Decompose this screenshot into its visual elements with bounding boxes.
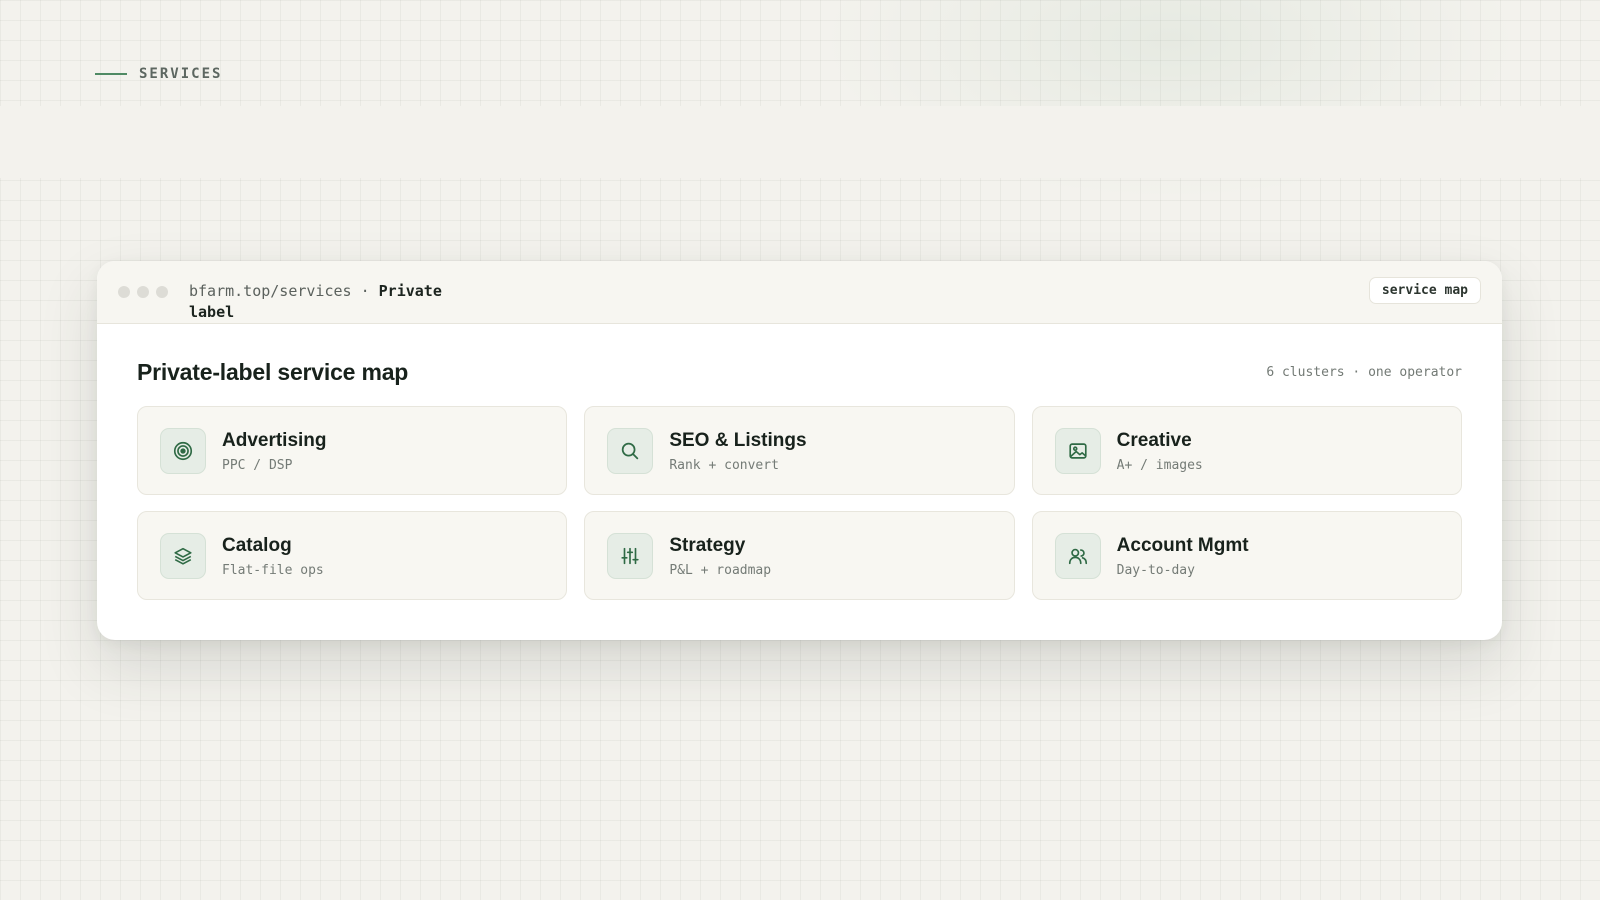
service-title: Catalog	[222, 534, 292, 556]
background-band	[0, 106, 1600, 178]
page-title: Private-label service map	[137, 358, 409, 385]
users-icon	[1054, 532, 1101, 579]
window-dot-close[interactable]	[118, 286, 130, 298]
service-subtitle: PPC / DSP	[222, 457, 293, 473]
clusters-meta: 6 clusters · one operator	[1266, 364, 1462, 380]
service-subtitle: Rank + convert	[669, 457, 779, 473]
search-icon	[607, 427, 654, 474]
layers-icon	[160, 532, 206, 579]
service-subtitle: Day-to-day	[1116, 562, 1195, 578]
service-card-seo-listings[interactable]: SEO & Listings Rank + convert	[584, 406, 1015, 495]
service-subtitle: P&L + roadmap	[669, 562, 772, 578]
section-label: SERVICES	[139, 66, 223, 82]
address-text: bfarm.top/services · Private label	[189, 281, 489, 323]
section-eyebrow: SERVICES	[95, 66, 222, 82]
window-controls	[118, 286, 168, 298]
service-map-tag: service map	[1368, 277, 1481, 304]
url-path: bfarm.top/services	[189, 282, 352, 300]
service-card-creative[interactable]: Creative A+ / images	[1031, 406, 1462, 495]
url-separator: ·	[351, 282, 379, 300]
service-title: Account Mgmt	[1116, 534, 1249, 556]
window-dot-minimize[interactable]	[137, 286, 149, 298]
service-title: Advertising	[222, 429, 327, 451]
service-card-advertising[interactable]: Advertising PPC / DSP	[137, 406, 568, 495]
service-subtitle: A+ / images	[1116, 457, 1203, 473]
service-map-window: bfarm.top/services · Private label servi…	[97, 261, 1502, 640]
service-card-strategy[interactable]: Strategy P&L + roadmap	[584, 511, 1015, 600]
service-title: Creative	[1116, 429, 1192, 451]
window-dot-maximize[interactable]	[156, 286, 168, 298]
service-grid: Advertising PPC / DSP SEO & Listings Ran…	[137, 406, 1462, 600]
service-title: Strategy	[669, 534, 746, 556]
service-card-catalog[interactable]: Catalog Flat-file ops	[137, 511, 568, 600]
window-content: Private-label service map 6 clusters · o…	[97, 324, 1502, 600]
window-titlebar: bfarm.top/services · Private label servi…	[97, 261, 1502, 324]
content-header: Private-label service map 6 clusters · o…	[137, 354, 1462, 390]
image-icon	[1054, 427, 1101, 474]
target-icon	[160, 427, 206, 474]
eyebrow-line	[95, 73, 127, 75]
service-subtitle: Flat-file ops	[222, 562, 324, 578]
service-card-account-mgmt[interactable]: Account Mgmt Day-to-day	[1031, 511, 1462, 600]
sliders-icon	[607, 532, 654, 579]
service-title: SEO & Listings	[669, 429, 807, 451]
